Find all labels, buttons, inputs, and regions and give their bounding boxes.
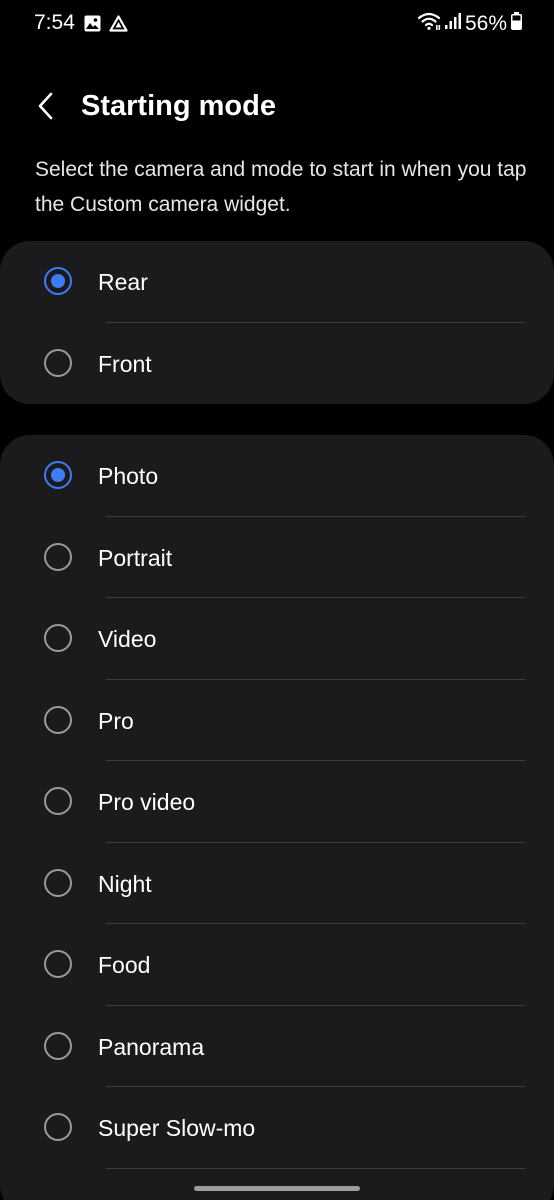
battery-percent: 56%	[464, 11, 507, 35]
divider	[106, 1167, 525, 1169]
status-time: 7:54	[34, 11, 75, 34]
option-label: Super Slow-mo	[98, 1115, 256, 1141]
description-text: Select the camera and mode to start in w…	[35, 158, 527, 216]
option-label: Pro video	[98, 789, 196, 815]
option-label: Portrait	[98, 544, 173, 571]
radio-icon[interactable]	[44, 348, 72, 377]
status-bar: 7:54 56%	[0, 0, 554, 50]
battery-icon	[511, 12, 522, 35]
radio-icon[interactable]	[44, 950, 72, 978]
option-label: Front	[98, 350, 152, 377]
mode-option-super-slow-mo[interactable]: Super Slow-mo	[0, 1087, 554, 1169]
radio-icon[interactable]	[44, 542, 72, 571]
mode-option-video[interactable]: Video	[0, 598, 554, 680]
option-label: Pro	[98, 707, 134, 734]
page-title: Starting mode	[81, 90, 276, 122]
radio-icon[interactable]	[44, 1113, 72, 1141]
option-label: Video	[98, 626, 157, 652]
drive-icon	[109, 15, 128, 37]
mode-option-portrait[interactable]: Portrait	[0, 517, 554, 598]
option-label: Photo	[98, 463, 159, 489]
header: Starting mode	[0, 84, 554, 134]
image-icon	[84, 15, 101, 37]
option-label: Rear	[98, 269, 148, 295]
back-button[interactable]	[28, 88, 64, 128]
radio-icon[interactable]	[44, 1031, 72, 1060]
notification-icons	[84, 15, 128, 37]
radio-icon-selected[interactable]	[44, 267, 72, 295]
radio-icon[interactable]	[44, 624, 72, 652]
camera-option-front[interactable]: Front	[0, 323, 554, 405]
option-label: Food	[98, 952, 151, 978]
mode-option-panorama[interactable]: Panorama	[0, 1006, 554, 1087]
mode-option-food[interactable]: Food	[0, 924, 554, 1006]
radio-icon[interactable]	[44, 705, 72, 734]
mode-option-pro[interactable]: Pro	[0, 680, 554, 761]
mode-option-photo[interactable]: Photo	[0, 435, 554, 517]
chevron-left-icon	[36, 91, 56, 126]
screen: 7:54 56% Starting mode Select the camera…	[0, 0, 554, 1200]
wifi-icon	[417, 11, 441, 36]
mode-option-pro-video[interactable]: Pro video	[0, 761, 554, 843]
signal-icon	[444, 12, 461, 35]
mode-option-night[interactable]: Night	[0, 843, 554, 924]
navigation-handle[interactable]	[194, 1186, 360, 1191]
status-right: 56%	[417, 11, 522, 36]
camera-options-card: Rear Front	[0, 241, 554, 404]
option-label: Night	[98, 870, 152, 897]
camera-option-rear[interactable]: Rear	[0, 241, 554, 323]
mode-options-card: Photo Portrait Video Pro Pro video Night	[0, 435, 554, 1200]
radio-icon-selected[interactable]	[44, 461, 72, 489]
radio-icon[interactable]	[44, 868, 72, 897]
radio-icon[interactable]	[44, 787, 72, 815]
option-label: Panorama	[98, 1033, 205, 1060]
